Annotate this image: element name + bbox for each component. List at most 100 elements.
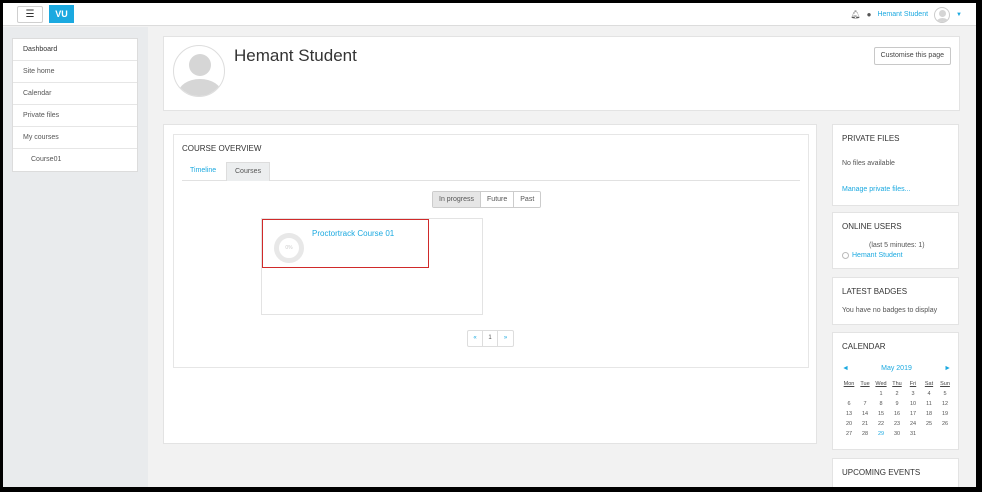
calendar-day[interactable]: 30 [889, 430, 905, 439]
calendar-day[interactable]: 5 [937, 390, 953, 399]
page-title: Hemant Student [234, 46, 357, 65]
drawer-item-course01[interactable]: Course01 [13, 149, 137, 171]
page-frame: ☰ VU 🔔︎ ● Hemant Student ▼ Dashboard Sit… [3, 3, 976, 487]
calendar-day[interactable]: 9 [889, 400, 905, 409]
customise-page-button[interactable]: Customise this page [873, 47, 951, 65]
calendar-day[interactable]: 4 [921, 390, 937, 399]
private-files-block: PRIVATE FILES No files available Manage … [832, 124, 959, 206]
filter-future-button[interactable]: Future [481, 192, 515, 207]
filter-in-progress-button[interactable]: In progress [433, 192, 482, 207]
calendar-day[interactable]: 22 [873, 420, 889, 429]
calendar-block: CALENDAR ◄ May 2019 ► Mon Tue Wed Thu Fri Sat… [832, 332, 959, 450]
chat-icon[interactable]: ● [867, 10, 872, 19]
calendar-day[interactable]: 6 [841, 400, 857, 409]
calendar-day[interactable]: 10 [905, 400, 921, 409]
calendar-day[interactable]: 8 [873, 400, 889, 409]
pager-prev-button[interactable]: « [468, 331, 483, 346]
drawer-item-private-files[interactable]: Private files [13, 105, 137, 127]
main-region: COURSE OVERVIEW Timeline Courses In prog… [163, 124, 817, 444]
calendar-day[interactable]: 15 [873, 410, 889, 419]
calendar-day[interactable]: 29 [873, 430, 889, 439]
course-progress-value: 0% [285, 245, 293, 251]
calendar-day[interactable]: 26 [937, 420, 953, 429]
calendar-day[interactable]: 2 [889, 390, 905, 399]
pager-next-button[interactable]: » [498, 331, 513, 346]
calendar-nav: ◄ May 2019 ► [842, 365, 951, 372]
upcoming-events-block: UPCOMING EVENTS [832, 458, 959, 487]
calendar-day[interactable]: 14 [857, 410, 873, 419]
online-users-count: (last 5 minutes: 1) [869, 242, 925, 249]
calendar-day-header: Tue [860, 381, 870, 387]
online-user-name[interactable]: Hemant Student [852, 252, 903, 259]
calendar-grid: Mon Tue Wed Thu Fri Sat Sun 1 2 3 4 5 6 7 8 9 10 11 12 13 14… [841, 380, 953, 439]
latest-badges-title: LATEST BADGES [842, 287, 908, 296]
user-nav: 🔔︎ ● Hemant Student ▼ [850, 5, 962, 24]
pagination: « 1 » [467, 330, 514, 347]
calendar-day[interactable]: 1 [873, 390, 889, 399]
course-overview-block: COURSE OVERVIEW Timeline Courses In prog… [173, 134, 809, 368]
filter-past-button[interactable]: Past [514, 192, 541, 207]
user-menu-name[interactable]: Hemant Student [877, 11, 928, 18]
online-users-block: ONLINE USERS (last 5 minutes: 1) Hemant … [832, 212, 959, 269]
bell-icon[interactable]: 🔔︎ [850, 10, 860, 19]
calendar-prev-icon[interactable]: ◄ [842, 365, 849, 372]
calendar-day-header: Mon [843, 381, 855, 387]
private-files-empty-text: No files available [842, 160, 895, 167]
tab-courses[interactable]: Courses [226, 162, 271, 181]
drawer-item-my-courses[interactable]: My courses [13, 127, 137, 149]
chevron-down-icon[interactable]: ▼ [956, 12, 962, 18]
calendar-day-header: Fri [909, 381, 917, 387]
calendar-day[interactable]: 28 [857, 430, 873, 439]
calendar-day[interactable]: 12 [937, 400, 953, 409]
calendar-day[interactable]: 31 [905, 430, 921, 439]
nav-drawer: Dashboard Site home Calendar Private fil… [3, 27, 148, 487]
course-name-link[interactable]: Proctortrack Course 01 [312, 229, 394, 238]
profile-avatar [173, 45, 225, 97]
calendar-day[interactable]: 18 [921, 410, 937, 419]
user-icon [842, 252, 849, 259]
pager-page-1[interactable]: 1 [483, 331, 498, 346]
calendar-day[interactable]: 24 [905, 420, 921, 429]
calendar-day[interactable]: 11 [921, 400, 937, 409]
calendar-day[interactable]: 7 [857, 400, 873, 409]
calendar-day-header: Sun [940, 381, 950, 387]
calendar-empty-cell [857, 390, 873, 399]
calendar-day-header: Wed [875, 381, 887, 387]
page-header: Hemant Student Customise this page [163, 36, 960, 111]
overview-tabs: Timeline Courses [182, 162, 800, 181]
calendar-title: CALENDAR [842, 342, 886, 351]
drawer-item-site-home[interactable]: Site home [13, 61, 137, 83]
calendar-day[interactable]: 27 [841, 430, 857, 439]
calendar-month-link[interactable]: May 2019 [881, 365, 912, 372]
calendar-day[interactable]: 16 [889, 410, 905, 419]
drawer-item-dashboard[interactable]: Dashboard [13, 39, 137, 61]
calendar-day[interactable]: 3 [905, 390, 921, 399]
user-avatar[interactable] [934, 6, 951, 23]
online-users-title: ONLINE USERS [842, 222, 902, 231]
latest-badges-block: LATEST BADGES You have no badges to disp… [832, 277, 959, 325]
calendar-empty-cell [841, 390, 857, 399]
badges-empty-text: You have no badges to display [842, 307, 938, 314]
course-filter-group: In progress Future Past [432, 191, 542, 208]
course-overview-title: COURSE OVERVIEW [182, 144, 262, 153]
site-logo[interactable]: VU [49, 5, 74, 23]
calendar-day[interactable]: 21 [857, 420, 873, 429]
drawer-item-calendar[interactable]: Calendar [13, 83, 137, 105]
course-card: 0% Proctortrack Course 01 [261, 218, 483, 315]
private-files-title: PRIVATE FILES [842, 134, 900, 143]
calendar-day[interactable]: 19 [937, 410, 953, 419]
calendar-day[interactable]: 25 [921, 420, 937, 429]
manage-private-files-link[interactable]: Manage private files... [842, 186, 910, 193]
calendar-next-icon[interactable]: ► [944, 365, 951, 372]
calendar-day[interactable]: 17 [905, 410, 921, 419]
calendar-day-header: Thu [892, 381, 902, 387]
calendar-day[interactable]: 13 [841, 410, 857, 419]
tab-timeline[interactable]: Timeline [182, 162, 224, 181]
calendar-day[interactable]: 20 [841, 420, 857, 429]
online-user-item[interactable]: Hemant Student [842, 252, 903, 259]
top-navbar: ☰ VU 🔔︎ ● Hemant Student ▼ [3, 3, 976, 26]
course-progress-chart: 0% [274, 233, 304, 263]
calendar-day[interactable]: 23 [889, 420, 905, 429]
calendar-empty-cell [937, 430, 953, 439]
drawer-toggle-button[interactable]: ☰ [17, 6, 43, 23]
